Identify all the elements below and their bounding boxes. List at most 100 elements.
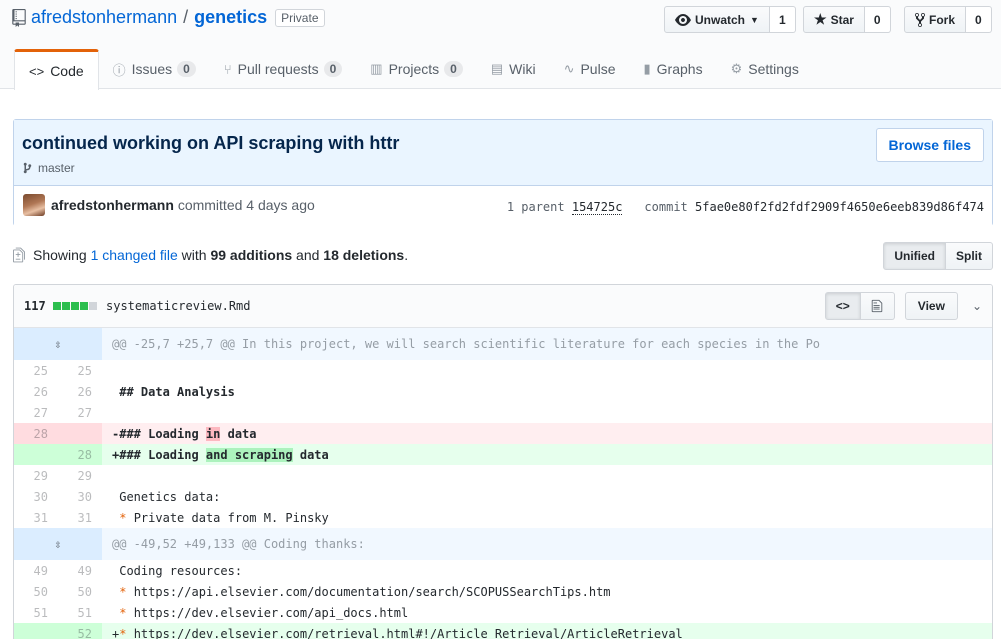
source-diff-button[interactable]: <> bbox=[824, 292, 861, 320]
tab-issues[interactable]: ⓘ Issues 0 bbox=[99, 49, 210, 89]
tab-wiki[interactable]: ▤ Wiki bbox=[477, 49, 550, 89]
summary-and: and bbox=[296, 247, 320, 263]
new-line-number[interactable] bbox=[58, 423, 102, 444]
file-name[interactable]: systematicreview.Rmd bbox=[106, 299, 251, 313]
code-line: -### Loading in data bbox=[102, 423, 992, 444]
commit-meta: afredstonhermann committed 4 days ago 1 … bbox=[14, 186, 992, 226]
unwatch-label: Unwatch bbox=[695, 12, 746, 27]
fork-count[interactable]: 0 bbox=[966, 6, 992, 33]
new-line-number[interactable]: 25 bbox=[58, 360, 102, 381]
browse-files-button[interactable]: Browse files bbox=[875, 128, 984, 162]
diffstat-block bbox=[70, 302, 79, 310]
code-text: Genetics data: bbox=[112, 489, 221, 504]
unwatch-button[interactable]: Unwatch ▼ bbox=[664, 6, 770, 33]
new-line-number[interactable]: 27 bbox=[58, 402, 102, 423]
gear-icon: ⚙ bbox=[730, 61, 743, 76]
diff-body: ⇳ @@ -25,7 +25,7 @@ In this project, we w… bbox=[14, 328, 992, 639]
parent-sha-link[interactable]: 154725c bbox=[571, 200, 623, 215]
summary-period: . bbox=[404, 247, 409, 263]
tab-graphs[interactable]: ▮ Graphs bbox=[630, 49, 717, 89]
changed-files-link[interactable]: 1 changed file bbox=[91, 247, 178, 263]
code-text: data bbox=[292, 447, 329, 462]
code-line: * https://api.elsevier.com/documentation… bbox=[102, 581, 992, 602]
fork-button[interactable]: Fork bbox=[904, 6, 967, 33]
tab-pull-requests[interactable]: ⑂ Pull requests 0 bbox=[210, 49, 356, 89]
code-text: +### Loading bbox=[112, 447, 206, 462]
unified-button[interactable]: Unified bbox=[883, 242, 946, 270]
word-highlight: in bbox=[205, 426, 221, 441]
old-line-number[interactable]: 31 bbox=[14, 507, 58, 528]
diffstat: 117 bbox=[24, 299, 98, 313]
star-button[interactable]: ★ Star bbox=[803, 6, 865, 33]
tab-settings[interactable]: ⚙ Settings bbox=[717, 49, 813, 89]
tab-pulse[interactable]: ∿ Pulse bbox=[550, 49, 630, 89]
git-pull-request-icon: ⑂ bbox=[223, 61, 232, 77]
parent-info: 1 parent 154725c bbox=[507, 200, 623, 215]
new-line-number[interactable]: 49 bbox=[58, 560, 102, 581]
branch-info: master bbox=[23, 161, 75, 175]
new-line-number[interactable]: 31 bbox=[58, 507, 102, 528]
commit-sha: 5fae0e80f2fd2fdf2909f4650e6eeb839d86f474 bbox=[695, 200, 984, 214]
old-line-number[interactable]: 50 bbox=[14, 581, 58, 602]
diff-line-row: 25 25 bbox=[14, 360, 992, 381]
diff-table: ⇳ @@ -25,7 +25,7 @@ In this project, we w… bbox=[14, 328, 992, 639]
summary-with: with bbox=[181, 247, 207, 263]
diffstat-block bbox=[52, 302, 61, 310]
author-link[interactable]: afredstonhermann bbox=[51, 197, 174, 213]
old-line-number[interactable]: 29 bbox=[14, 465, 58, 486]
tab-label: Pull requests bbox=[237, 61, 319, 77]
book-icon: ▤ bbox=[490, 61, 504, 76]
repo-nav-tabs: <> Code ⓘ Issues 0 ⑂ Pull requests 0 ▥ P… bbox=[14, 49, 813, 90]
code-text: https://api.elsevier.com/documentation/s… bbox=[126, 584, 611, 599]
old-line-number[interactable]: 25 bbox=[14, 360, 58, 381]
tab-projects[interactable]: ▥ Projects 0 bbox=[356, 49, 477, 89]
old-line-number[interactable]: 30 bbox=[14, 486, 58, 507]
git-branch-icon bbox=[23, 162, 32, 174]
new-line-number[interactable]: 30 bbox=[58, 486, 102, 507]
diff-line-row: 30 30 Genetics data: bbox=[14, 486, 992, 507]
rich-diff-button[interactable] bbox=[860, 292, 895, 320]
hunk-header-text: @@ -49,52 +49,133 @@ Coding thanks: bbox=[102, 528, 992, 560]
code-icon: <> bbox=[29, 63, 45, 79]
projects-counter: 0 bbox=[444, 61, 463, 77]
diffstat-block bbox=[88, 302, 97, 310]
watch-count[interactable]: 1 bbox=[769, 6, 796, 33]
old-line-number[interactable]: 27 bbox=[14, 402, 58, 423]
view-file-button[interactable]: View bbox=[904, 292, 958, 320]
new-line-number[interactable]: 28 bbox=[58, 444, 102, 465]
chevron-down-icon[interactable]: ⌄ bbox=[972, 299, 982, 313]
old-line-number[interactable]: 51 bbox=[14, 602, 58, 623]
tab-label: Graphs bbox=[656, 61, 703, 77]
split-button[interactable]: Split bbox=[946, 242, 993, 270]
branch-name[interactable]: master bbox=[38, 161, 75, 175]
new-line-number[interactable]: 29 bbox=[58, 465, 102, 486]
commit-title-area: continued working on API scraping with h… bbox=[14, 120, 992, 186]
deletions-count: 18 deletions bbox=[323, 247, 405, 263]
diff-view-toggle: Unified Split bbox=[883, 242, 993, 270]
repo-name-link[interactable]: genetics bbox=[194, 7, 267, 27]
new-line-number[interactable]: 52 bbox=[58, 623, 102, 639]
commit-box: continued working on API scraping with h… bbox=[13, 119, 993, 226]
tab-label: Wiki bbox=[509, 61, 536, 77]
avatar[interactable] bbox=[23, 194, 45, 216]
expand-icon[interactable]: ⇳ bbox=[14, 528, 102, 560]
tab-label: Code bbox=[50, 63, 84, 79]
new-line-number[interactable]: 51 bbox=[58, 602, 102, 623]
repo-owner-link[interactable]: afredstonhermann bbox=[31, 7, 177, 28]
old-line-number[interactable]: 49 bbox=[14, 560, 58, 581]
tab-code[interactable]: <> Code bbox=[14, 49, 99, 90]
old-line-number[interactable] bbox=[14, 444, 58, 465]
new-line-number[interactable]: 50 bbox=[58, 581, 102, 602]
expand-icon[interactable]: ⇳ bbox=[14, 328, 102, 360]
diff-line-row: 31 31 * Private data from M. Pinsky bbox=[14, 507, 992, 528]
new-line-number[interactable]: 26 bbox=[58, 381, 102, 402]
old-line-number[interactable] bbox=[14, 623, 58, 639]
file-diff: 117 systematicreview.Rmd <> View ⌄ ⇳ @@ -… bbox=[13, 284, 993, 639]
star-count[interactable]: 0 bbox=[864, 6, 891, 33]
diffstat-block bbox=[79, 302, 88, 310]
commit-title: continued working on API scraping with h… bbox=[22, 133, 400, 153]
code-text: ## Data Analysis bbox=[112, 384, 235, 399]
old-line-number[interactable]: 26 bbox=[14, 381, 58, 402]
old-line-number[interactable]: 28 bbox=[14, 423, 58, 444]
diff-line-row: 29 29 bbox=[14, 465, 992, 486]
